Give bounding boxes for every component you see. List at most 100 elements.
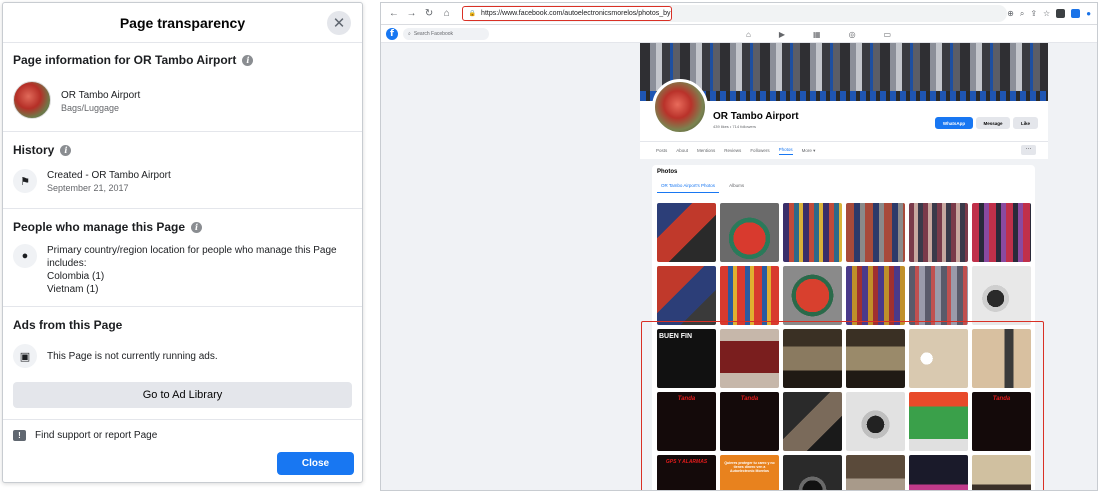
photo-tile[interactable] (846, 203, 905, 262)
tab-more[interactable]: More ▾ (802, 148, 816, 154)
page-name[interactable]: OR Tambo Airport (61, 89, 140, 102)
message-button[interactable]: Message (976, 117, 1010, 129)
photo-tile[interactable] (909, 266, 968, 325)
home-icon[interactable]: ⌂ (746, 30, 751, 39)
page-profile-picture[interactable] (652, 79, 708, 135)
tab-about[interactable]: About (676, 148, 688, 153)
translate-icon[interactable]: ⊕ (1007, 9, 1014, 18)
dialog-header: Page transparency ✕ (3, 3, 362, 43)
photo-tile[interactable] (972, 266, 1031, 325)
photo-tile[interactable]: Tanda (720, 392, 779, 451)
back-arrow-icon[interactable]: ← (387, 8, 401, 19)
gaming-icon[interactable]: ▭ (884, 30, 892, 39)
profile-icon[interactable] (1071, 9, 1081, 18)
photo-tile[interactable] (972, 203, 1031, 262)
photo-tile[interactable] (846, 455, 905, 490)
find-support-text[interactable]: Find support or report Page (35, 430, 157, 441)
tab-page-photos[interactable]: OR Tambo Airport's Photos (657, 183, 720, 193)
page-stats[interactable]: 439 likes • 714 followers (713, 124, 756, 129)
tab-photos[interactable]: Photos (778, 147, 793, 155)
home-icon[interactable]: ⌂ (440, 8, 454, 19)
share-icon[interactable]: ⇪ (1030, 9, 1037, 18)
tab-mentions[interactable]: Mentions (697, 148, 715, 153)
find-support-row[interactable]: ! Find support or report Page (3, 420, 362, 450)
tab-albums[interactable]: Albums (729, 183, 744, 193)
address-bar[interactable]: 🔒 https://www.facebook.com/autoelectroni… (461, 5, 1008, 22)
photo-tile[interactable] (972, 455, 1031, 490)
photo-tile[interactable] (783, 266, 842, 325)
location-pin-icon: ● (13, 244, 37, 268)
photo-tile[interactable]: Tanda (972, 392, 1031, 451)
photo-tile[interactable]: Quieres proteger tu carro y no tienes di… (720, 455, 779, 490)
search-placeholder: Search Facebook (413, 30, 454, 37)
facebook-nav-icons: ⌂ ▶ ▦ ◎ ▭ (746, 25, 891, 43)
photo-tile[interactable] (783, 203, 842, 262)
created-date: September 21, 2017 (47, 183, 129, 193)
tanda-promo-text: Tanda (740, 396, 759, 402)
photos-section: Photos OR Tambo Airport's Photos Albums (652, 165, 1035, 490)
photo-tile[interactable] (909, 392, 968, 451)
photo-tile[interactable] (846, 266, 905, 325)
whatsapp-button[interactable]: WhatsApp (935, 117, 973, 129)
like-label: Like (1020, 120, 1030, 126)
marketplace-icon[interactable]: ▦ (813, 30, 821, 39)
managers-heading: People who manage this Page i (13, 220, 352, 234)
tab-reviews[interactable]: Reviews (724, 148, 741, 153)
photo-tile[interactable] (909, 203, 968, 262)
page-avatar[interactable] (13, 81, 51, 119)
flag-icon: ⚑ (13, 169, 37, 193)
more-options-button[interactable]: ··· (1021, 145, 1036, 155)
reload-icon[interactable]: ↻ (422, 8, 436, 19)
video-icon[interactable]: ▶ (779, 30, 785, 39)
menu-dot-icon[interactable]: ● (1086, 9, 1091, 18)
photo-tile[interactable] (783, 392, 842, 451)
star-icon[interactable]: ☆ (1043, 9, 1050, 18)
managers-section: People who manage this Page i ● Primary … (3, 209, 362, 307)
photo-tile[interactable]: Tanda (657, 392, 716, 451)
photo-tile[interactable]: BUEN FIN (657, 329, 716, 388)
info-icon[interactable]: i (191, 221, 203, 233)
photo-tile[interactable] (846, 392, 905, 451)
photo-tile[interactable] (783, 329, 842, 388)
photo-tile[interactable] (720, 266, 779, 325)
facebook-search-input[interactable]: ⌕ Search Facebook (403, 27, 489, 40)
tab-posts[interactable]: Posts (656, 148, 667, 153)
facebook-topbar: f ⌕ Search Facebook ⌂ ▶ ▦ ◎ ▭ (381, 25, 1097, 43)
extension-icon[interactable] (1056, 9, 1066, 18)
groups-icon[interactable]: ◎ (849, 30, 856, 39)
photo-tile[interactable] (909, 329, 968, 388)
history-heading: History i (13, 143, 352, 157)
info-icon[interactable]: i (60, 144, 72, 156)
url-highlight-box[interactable]: 🔒 https://www.facebook.com/autoelectroni… (461, 6, 672, 21)
photo-tile[interactable] (720, 203, 779, 262)
whatsapp-label: WhatsApp (942, 120, 966, 126)
photo-tile[interactable] (972, 329, 1031, 388)
forward-arrow-icon[interactable]: → (405, 8, 419, 19)
ads-heading: Ads from this Page (3, 318, 362, 332)
lock-icon[interactable]: 🔒 (469, 10, 476, 17)
gps-promo-text: GPS Y ALARMAS (665, 459, 708, 465)
photo-tile[interactable] (720, 329, 779, 388)
photo-tile[interactable] (657, 203, 716, 262)
zoom-icon[interactable]: ⌕ (1020, 9, 1024, 19)
photo-tile[interactable]: GPS Y ALARMAS (657, 455, 716, 490)
photo-tile[interactable] (783, 455, 842, 490)
page-transparency-dialog: Page transparency ✕ Page information for… (2, 2, 363, 483)
ads-row: ▣ This Page is not currently running ads… (3, 344, 362, 368)
close-icon[interactable]: ✕ (327, 11, 351, 35)
photo-tile[interactable] (909, 455, 968, 490)
photo-tile[interactable] (846, 329, 905, 388)
url-text[interactable]: https://www.facebook.com/autoelectronics… (481, 10, 671, 17)
facebook-logo[interactable]: f (386, 27, 398, 40)
ads-heading-text: Ads from this Page (13, 318, 123, 332)
info-icon[interactable]: i (242, 54, 254, 66)
page-tabs: Posts About Mentions Reviews Followers P… (640, 141, 1048, 159)
tab-followers[interactable]: Followers (750, 148, 769, 153)
close-button[interactable]: Close (277, 452, 354, 475)
ads-status: This Page is not currently running ads. (47, 350, 218, 362)
go-to-ad-library-button[interactable]: Go to Ad Library (13, 382, 352, 408)
photo-tile[interactable] (657, 266, 716, 325)
like-button[interactable]: Like (1013, 117, 1038, 129)
browser-window: ← → ↻ ⌂ 🔒 https://www.facebook.com/autoe… (380, 2, 1098, 491)
country-colombia: Colombia (1) (47, 271, 105, 282)
